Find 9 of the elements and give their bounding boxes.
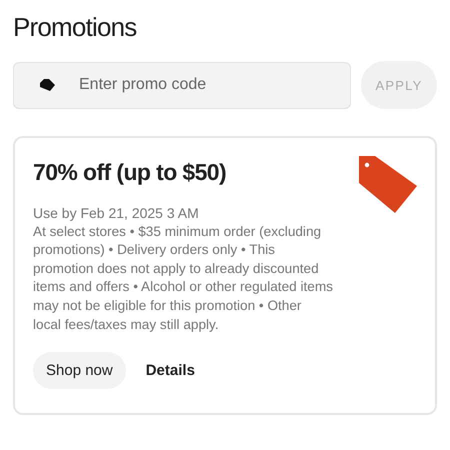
- promo-code-field[interactable]: Enter promo code: [13, 62, 351, 108]
- tag-icon: [359, 156, 417, 214]
- tag-icon: [40, 78, 55, 90]
- promotion-title: 70% off (up to $50): [33, 159, 228, 186]
- terms-text: At select stores • $35 minimum order (excluding promotions) • Delivery orders only • This promotion does not apply to already discounted items and offers • Alcohol or other regulated items may not be eligible for this promotion • Other local fees/taxes may still apply.: [33, 222, 333, 334]
- shop-now-button[interactable]: Shop now: [33, 352, 126, 390]
- details-link[interactable]: Details: [146, 362, 195, 380]
- expiry-text: Use by Feb 21, 2025 3 AM: [33, 204, 200, 223]
- page-title: Promotions: [13, 11, 138, 44]
